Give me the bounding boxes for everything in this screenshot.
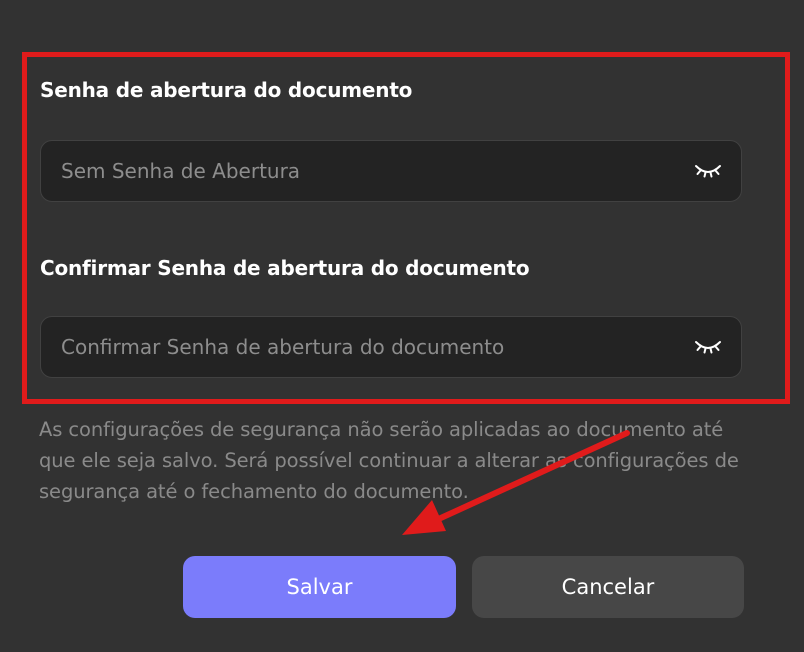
confirm-password-label: Confirmar Senha de abertura do documento	[40, 256, 530, 280]
cancel-button[interactable]: Cancelar	[472, 556, 744, 618]
confirm-password-field[interactable]	[40, 316, 742, 378]
open-password-field[interactable]	[40, 140, 742, 202]
eye-closed-icon[interactable]	[693, 337, 723, 357]
open-password-input[interactable]	[41, 141, 681, 201]
security-settings-dialog: Senha de abertura do documento Confirmar…	[0, 0, 804, 652]
security-help-text: As configurações de segurança não serão …	[39, 418, 739, 503]
eye-closed-icon[interactable]	[693, 161, 723, 181]
confirm-password-input[interactable]	[41, 317, 681, 377]
open-password-label: Senha de abertura do documento	[40, 78, 413, 102]
save-button[interactable]: Salvar	[183, 556, 456, 618]
